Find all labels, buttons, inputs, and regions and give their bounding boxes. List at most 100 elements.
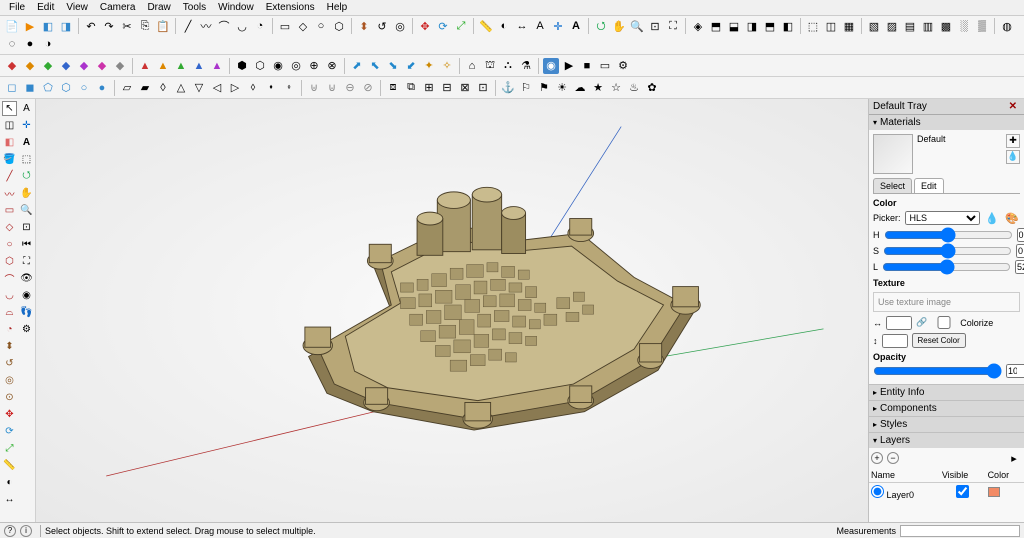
ext23-icon[interactable]: ✦ <box>421 58 437 74</box>
style3-icon[interactable]: ▤ <box>902 18 918 34</box>
circle-icon[interactable]: ○ <box>313 18 329 34</box>
info-icon[interactable]: i <box>20 525 32 537</box>
render-icon[interactable]: ◉ <box>543 58 559 74</box>
layer-color-swatch[interactable] <box>988 487 1000 497</box>
reset-color-button[interactable]: Reset Color <box>912 333 966 348</box>
m4-icon[interactable]: ⊟ <box>439 80 455 96</box>
3dtext-icon[interactable]: A <box>568 18 584 34</box>
axes-icon[interactable]: ✛ <box>550 18 566 34</box>
text-tool[interactable]: A <box>19 101 34 116</box>
m1-icon[interactable]: ⧈ <box>385 80 401 96</box>
ext10-icon[interactable]: ▲ <box>173 58 189 74</box>
prev-tool[interactable]: ⏮ <box>19 237 34 252</box>
col-color[interactable]: Color <box>986 468 1024 483</box>
zoomext-icon[interactable]: ⛶ <box>665 18 681 34</box>
m6-icon[interactable]: ⊡ <box>475 80 491 96</box>
ext14-icon[interactable]: ⬡ <box>252 58 268 74</box>
section-tool[interactable]: ⬚ <box>19 152 34 167</box>
right-icon[interactable]: ◨ <box>744 18 760 34</box>
ext1-icon[interactable]: ◆ <box>4 58 20 74</box>
front-icon[interactable]: ⬓ <box>726 18 742 34</box>
paint-tool[interactable]: 🪣 <box>2 152 17 167</box>
offset-tool[interactable]: ◎ <box>2 373 17 388</box>
back-icon[interactable]: ⬒ <box>762 18 778 34</box>
hue-value[interactable] <box>1017 228 1024 242</box>
layer-icon[interactable]: ◧ <box>40 18 56 34</box>
lasso-tool[interactable]: ◫ <box>2 118 17 133</box>
top-icon[interactable]: ⬒ <box>708 18 724 34</box>
follow-icon[interactable]: ↺ <box>374 18 390 34</box>
ext6-icon[interactable]: ◆ <box>94 58 110 74</box>
zoomwin-icon[interactable]: ⊡ <box>647 18 663 34</box>
axes-tool[interactable]: ✛ <box>19 118 34 133</box>
xray-icon[interactable]: ◍ <box>999 18 1015 34</box>
shape8-icon[interactable]: ⬨ <box>245 80 261 96</box>
opacity-slider[interactable] <box>873 366 1002 376</box>
scale-tool[interactable]: ⤢ <box>2 441 17 456</box>
bool1-icon[interactable]: ⊎ <box>306 80 322 96</box>
layer2-icon[interactable]: ◨ <box>58 18 74 34</box>
zoomext-tool[interactable]: ⛶ <box>19 254 34 269</box>
ext5-icon[interactable]: ◆ <box>76 58 92 74</box>
ext22-icon[interactable]: ⬋ <box>403 58 419 74</box>
undo-icon[interactable]: ↶ <box>83 18 99 34</box>
bool4-icon[interactable]: ⊘ <box>360 80 376 96</box>
orbit-tool[interactable]: ⭯ <box>19 169 34 184</box>
col-name[interactable]: Name <box>869 468 940 483</box>
push-icon[interactable]: ⬍ <box>356 18 372 34</box>
scale-icon[interactable]: ⤢ <box>453 18 469 34</box>
ext13-icon[interactable]: ⬢ <box>234 58 250 74</box>
util6-icon[interactable]: ★ <box>590 80 606 96</box>
render-settings-icon[interactable]: ⚙ <box>615 58 631 74</box>
solid4-icon[interactable]: ⬡ <box>58 80 74 96</box>
bool3-icon[interactable]: ⊖ <box>342 80 358 96</box>
push-tool[interactable]: ⬍ <box>2 339 17 354</box>
entity-info-header[interactable]: Entity Info <box>869 385 1024 400</box>
rect-icon[interactable]: ▭ <box>277 18 293 34</box>
tex-height[interactable] <box>882 334 908 348</box>
zoomwin-tool[interactable]: ⊡ <box>19 220 34 235</box>
shape5-icon[interactable]: ▽ <box>191 80 207 96</box>
shape10-icon[interactable]: ⬫ <box>281 80 297 96</box>
menu-tools[interactable]: Tools <box>178 1 211 14</box>
material-create-icon[interactable]: ✚ <box>1006 134 1020 148</box>
misc-tool[interactable]: ⚙ <box>19 322 34 337</box>
ext17-icon[interactable]: ⊕ <box>306 58 322 74</box>
style6-icon[interactable]: ░ <box>956 18 972 34</box>
ext3-icon[interactable]: ◆ <box>40 58 56 74</box>
shape9-icon[interactable]: ⬪ <box>263 80 279 96</box>
left-icon[interactable]: ◧ <box>780 18 796 34</box>
material-sample-icon[interactable]: 💧 <box>1006 150 1020 164</box>
ext27-icon[interactable]: ⛬ <box>500 58 516 74</box>
ext25-icon[interactable]: ⌂ <box>464 58 480 74</box>
solid6-icon[interactable]: ● <box>94 80 110 96</box>
zoom-tool[interactable]: 🔍 <box>19 203 34 218</box>
ext15-icon[interactable]: ◉ <box>270 58 286 74</box>
texture-placeholder[interactable]: Use texture image <box>873 292 1020 312</box>
tex-width[interactable] <box>886 316 912 330</box>
style5-icon[interactable]: ▩ <box>938 18 954 34</box>
polygon-icon[interactable]: ⬡ <box>331 18 347 34</box>
ext21-icon[interactable]: ⬊ <box>385 58 401 74</box>
zoom-icon[interactable]: 🔍 <box>629 18 645 34</box>
rotrect-icon[interactable]: ◇ <box>295 18 311 34</box>
util3-icon[interactable]: ⚑ <box>536 80 552 96</box>
measurements-input[interactable] <box>900 525 1020 537</box>
ext9-icon[interactable]: ▲ <box>155 58 171 74</box>
sat-value[interactable] <box>1016 244 1024 258</box>
walk-tool[interactable]: 👣 <box>19 305 34 320</box>
solid2-icon[interactable]: ◼ <box>22 80 38 96</box>
layers-header[interactable]: Layers <box>869 433 1024 448</box>
tape-tool[interactable]: 📏 <box>2 458 17 473</box>
iso-icon[interactable]: ◈ <box>690 18 706 34</box>
style4-icon[interactable]: ▥ <box>920 18 936 34</box>
components-header[interactable]: Components <box>869 401 1024 416</box>
tray-close-icon[interactable]: ✕ <box>1006 101 1020 112</box>
shaded-icon[interactable]: ● <box>22 36 38 52</box>
picker-select[interactable]: HLS <box>905 211 980 225</box>
menu-camera[interactable]: Camera <box>95 1 141 14</box>
arc3-tool[interactable]: ⌓ <box>2 305 17 320</box>
menu-help[interactable]: Help <box>322 1 353 14</box>
ext4-icon[interactable]: ◆ <box>58 58 74 74</box>
opacity-value[interactable] <box>1006 364 1024 378</box>
